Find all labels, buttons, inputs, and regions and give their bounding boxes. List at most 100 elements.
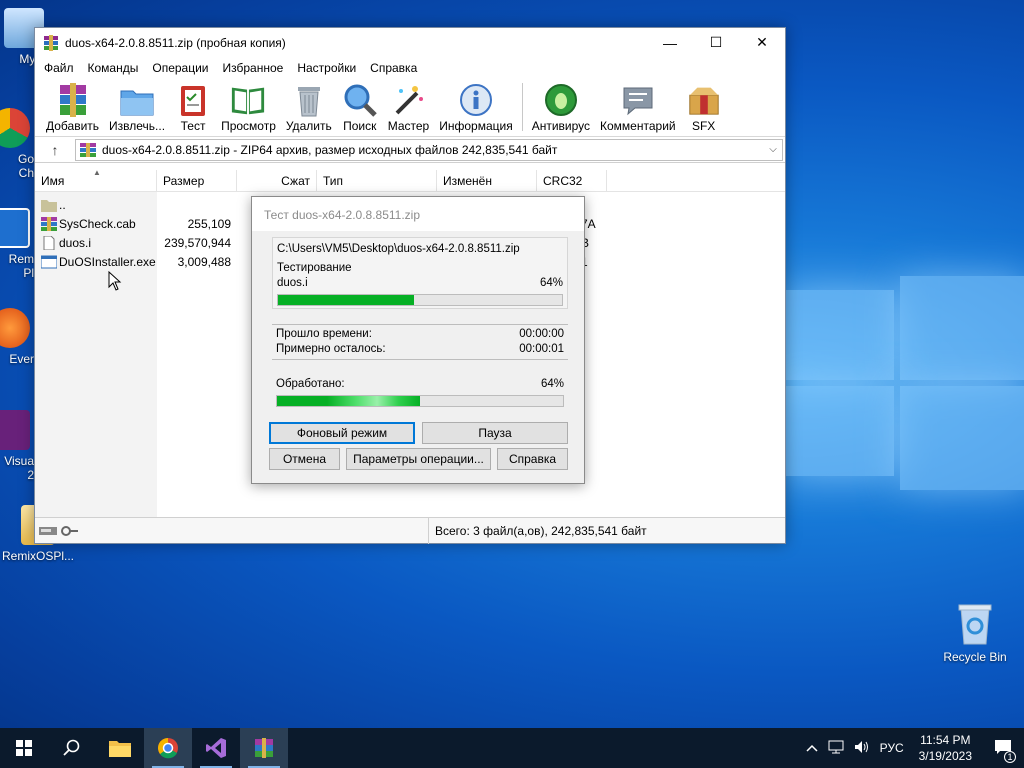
desktop-icon-label: RemixOSPl... <box>1 549 74 563</box>
elapsed-value: 00:00:00 <box>519 328 564 340</box>
time-panel: Прошло времени: 00:00:00 Примерно осталос… <box>272 327 568 357</box>
toolbar-extract-button[interactable]: Извлечь... <box>104 83 170 133</box>
parent-folder-icon <box>41 199 57 212</box>
menu-file[interactable]: Файл <box>37 61 81 75</box>
everything-icon <box>0 308 30 348</box>
file-name: .. <box>59 197 66 212</box>
menu-favorites[interactable]: Избранное <box>216 61 291 75</box>
toolbar-delete-button[interactable]: Удалить <box>281 83 337 133</box>
taskbar-chrome[interactable] <box>144 728 192 768</box>
menu-operations[interactable]: Операции <box>145 61 215 75</box>
test-clipboard-icon <box>181 86 206 116</box>
desktop-icon-visual-studio[interactable]: Visua 2 <box>0 410 34 482</box>
mouse-cursor-icon <box>108 271 122 291</box>
up-folder-button[interactable]: ↑ <box>35 137 75 163</box>
view-book-icon <box>232 87 265 115</box>
table-row[interactable]: duos.i 239,570,944 B <box>35 233 589 252</box>
desktop-icon-recycle-bin[interactable]: Recycle Bin <box>937 602 1013 664</box>
column-size[interactable]: Размер <box>157 170 237 192</box>
operation-params-button[interactable]: Параметры операции... <box>346 448 491 470</box>
test-progress-dialog[interactable]: Тест duos-x64-2.0.8.8511.zip C:\Users\VM… <box>251 196 585 484</box>
file-name: DuOSInstaller.exe <box>59 254 156 269</box>
menu-settings[interactable]: Настройки <box>290 61 363 75</box>
info-icon <box>459 84 492 116</box>
volume-icon[interactable] <box>849 740 875 757</box>
address-field[interactable]: duos-x64-2.0.8.8511.zip - ZIP64 архив, р… <box>75 138 783 161</box>
column-modified[interactable]: Изменён <box>437 170 537 192</box>
desktop-icon-chrome[interactable]: Go Ch <box>0 108 34 180</box>
cancel-button[interactable]: Отмена <box>269 448 340 470</box>
toolbar-view-label: Просмотр <box>221 119 276 133</box>
exe-file-icon <box>41 255 57 268</box>
menu-commands[interactable]: Команды <box>81 61 146 75</box>
language-indicator[interactable]: РУС <box>875 741 909 755</box>
window-title: duos-x64-2.0.8.8511.zip (пробная копия) <box>65 35 286 50</box>
desktop-icon-remix-player[interactable]: Rem Pl <box>0 208 34 280</box>
file-progress-fill <box>278 295 415 305</box>
file-size: 239,570,944 <box>164 235 231 250</box>
table-row[interactable]: DuOSInstaller.exe 3,009,488 1 <box>35 252 588 271</box>
total-progress-fill <box>277 396 420 406</box>
toolbar-find-button[interactable]: Поиск <box>337 83 383 133</box>
toolbar-antivirus-label: Антивирус <box>531 119 591 133</box>
menu-help[interactable]: Справка <box>363 61 424 75</box>
add-archive-icon <box>59 83 86 117</box>
taskbar-visual-studio[interactable] <box>192 728 240 768</box>
taskbar-winrar[interactable] <box>240 728 288 768</box>
table-row[interactable]: SysCheck.cab 255,109 7A <box>35 214 596 233</box>
toolbar-info-button[interactable]: Информация <box>434 83 517 133</box>
column-crc32[interactable]: CRC32 <box>537 170 607 192</box>
close-button[interactable]: ✕ <box>739 28 785 57</box>
title-bar[interactable]: duos-x64-2.0.8.8511.zip (пробная копия) … <box>35 28 785 57</box>
desktop-icon-everything[interactable]: Ever <box>0 308 34 366</box>
toolbar-test-button[interactable]: Тест <box>170 83 216 133</box>
desktop-icon-label: Rem Pl <box>8 252 34 280</box>
help-button[interactable]: Справка <box>497 448 568 470</box>
taskbar: РУС 11:54 PM 3/19/2023 1 <box>0 728 1024 768</box>
find-magnifier-icon <box>344 84 377 117</box>
key-icon[interactable] <box>61 525 79 536</box>
archive-icon <box>80 142 96 157</box>
toolbar-wizard-button[interactable]: Мастер <box>383 83 435 133</box>
notifications-button[interactable]: 1 <box>982 739 1024 763</box>
processed-label: Обработано: <box>276 378 345 390</box>
divider <box>272 324 568 325</box>
remaining-label: Примерно осталось: <box>276 343 386 355</box>
toolbar-view-button[interactable]: Просмотр <box>216 83 281 133</box>
comment-icon <box>623 87 653 116</box>
table-row[interactable]: .. <box>35 195 157 214</box>
network-icon[interactable] <box>823 740 849 757</box>
toolbar-comment-button[interactable]: Комментарий <box>595 83 681 133</box>
pause-button[interactable]: Пауза <box>422 422 568 444</box>
address-text: duos-x64-2.0.8.8511.zip - ZIP64 архив, р… <box>102 142 558 157</box>
column-type[interactable]: Тип <box>317 170 437 192</box>
file-icon <box>43 235 55 250</box>
file-percent: 64% <box>539 277 563 289</box>
clock[interactable]: 11:54 PM 3/19/2023 <box>909 732 982 764</box>
toolbar-find-label: Поиск <box>343 119 377 133</box>
chevron-down-icon[interactable]: ⌵ <box>764 144 782 155</box>
file-size: 3,009,488 <box>177 254 231 269</box>
toolbar-separator <box>521 83 523 131</box>
drive-icon[interactable] <box>39 526 57 536</box>
taskbar-file-explorer[interactable] <box>96 728 144 768</box>
wizard-wand-icon <box>396 86 424 115</box>
file-name: duos.i <box>59 235 92 250</box>
dialog-title: Тест duos-x64-2.0.8.8511.zip <box>252 197 584 231</box>
winrar-icon <box>255 738 273 758</box>
recycle-bin-label: Recycle Bin <box>943 650 1007 664</box>
system-tray: РУС 11:54 PM 3/19/2023 1 <box>801 728 1024 768</box>
start-button[interactable] <box>0 728 48 768</box>
maximize-button[interactable]: ☐ <box>693 28 739 57</box>
file-progress-bar <box>277 294 563 306</box>
toolbar-antivirus-button[interactable]: Антивирус <box>527 83 595 133</box>
toolbar-add-button[interactable]: Добавить <box>41 83 104 133</box>
toolbar-sfx-button[interactable]: SFX <box>681 83 727 133</box>
column-packed[interactable]: Сжат <box>237 170 317 192</box>
background-mode-button[interactable]: Фоновый режим <box>269 422 415 444</box>
toolbar-comment-label: Комментарий <box>600 119 676 133</box>
search-button[interactable] <box>48 728 96 768</box>
file-name: SysCheck.cab <box>59 216 136 231</box>
minimize-button[interactable]: — <box>647 28 693 57</box>
chevron-up-icon[interactable] <box>801 741 823 755</box>
